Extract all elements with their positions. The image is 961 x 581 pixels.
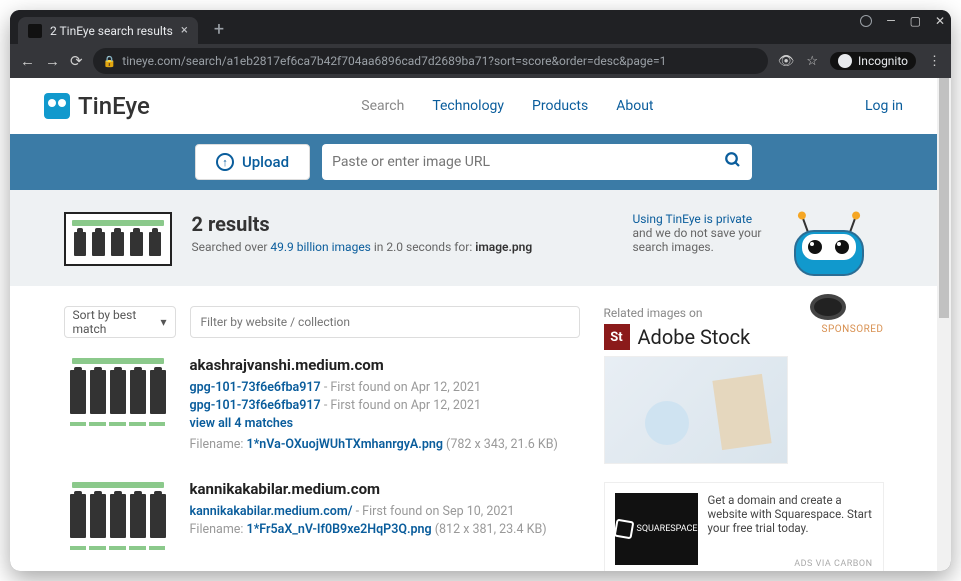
tineye-logo-icon	[44, 93, 70, 119]
top-nav: Search Technology Products About	[150, 98, 865, 114]
adobe-stock-icon: St	[604, 324, 630, 350]
bookmark-icon[interactable]: ☆	[806, 54, 818, 69]
scrollbar-thumb[interactable]	[939, 78, 949, 318]
result-item: akashrajvanshi.medium.com gpg-101-73f6e6…	[64, 356, 580, 452]
window-minimize-button[interactable]: —	[886, 14, 895, 28]
result-thumbnail[interactable]	[64, 356, 172, 426]
sort-dropdown[interactable]: Sort by best match ▾	[64, 306, 176, 338]
squarespace-logo: SQUARESPACE	[615, 493, 698, 565]
carbon-ad-text: Get a domain and create a website with S…	[708, 493, 873, 565]
upload-icon: ↑	[216, 153, 234, 171]
chevron-down-icon: ▾	[160, 315, 166, 329]
back-button[interactable]: ←	[20, 52, 35, 70]
results-subtext: Searched over 49.9 billion images in 2.0…	[192, 240, 533, 254]
nav-products[interactable]: Products	[532, 98, 588, 114]
upload-button[interactable]: ↑ Upload	[195, 144, 310, 180]
incognito-badge: Incognito	[830, 52, 916, 70]
login-link[interactable]: Log in	[865, 98, 903, 114]
query-thumbnail[interactable]	[64, 212, 172, 266]
view-all-link[interactable]: view all 4 matches	[190, 416, 558, 431]
url-search-box	[322, 144, 752, 180]
stock-image-thumb[interactable]	[604, 356, 788, 464]
page-viewport: TinEye Search Technology Products About …	[10, 78, 937, 571]
reload-button[interactable]: ⟳	[70, 52, 83, 70]
scrollbar[interactable]	[937, 78, 951, 571]
record-indicator-icon	[860, 15, 872, 27]
result-link[interactable]: kannikakabilar.medium.com/	[190, 504, 353, 519]
address-bar[interactable]: 🔒 tineye.com/search/a1eb2817ef6ca7b42f70…	[93, 48, 768, 74]
result-thumbnail[interactable]	[64, 480, 172, 550]
filter-input[interactable]	[201, 315, 569, 329]
window-close-button[interactable]: ✕	[935, 14, 945, 28]
eye-off-icon[interactable]: 👁	[778, 54, 795, 69]
result-item: kannikakabilar.medium.com kannikakabilar…	[64, 480, 580, 550]
results-heading: 2 results	[192, 212, 533, 236]
nav-technology[interactable]: Technology	[432, 98, 504, 114]
lock-icon: 🔒	[103, 55, 117, 68]
tab-close-icon[interactable]: ×	[181, 23, 188, 38]
filename-link[interactable]: 1*Fr5aX_nV-If0B9xe2HqP3Q.png	[247, 522, 432, 537]
brand-logo-link[interactable]: TinEye	[44, 92, 150, 120]
filename-link[interactable]: 1*nVa-OXuojWUhTXmhanrgyA.png	[247, 437, 443, 452]
carbon-ad[interactable]: SQUARESPACE Get a domain and create a we…	[604, 482, 884, 571]
result-domain: kannikakabilar.medium.com	[190, 480, 547, 498]
result-link[interactable]: gpg-101-73f6e6fba917	[190, 398, 321, 413]
incognito-label: Incognito	[858, 54, 908, 68]
brand-name: TinEye	[78, 92, 150, 120]
result-filename: Filename: 1*Fr5aX_nV-If0B9xe2HqP3Q.png (…	[190, 522, 547, 537]
upload-label: Upload	[242, 153, 289, 171]
result-domain: akashrajvanshi.medium.com	[190, 356, 558, 374]
window-maximize-button[interactable]: ▢	[910, 14, 921, 28]
adobe-stock-label: Adobe Stock	[638, 325, 751, 349]
url-text: tineye.com/search/a1eb2817ef6ca7b42f704a…	[122, 54, 666, 68]
tab-favicon	[28, 24, 42, 38]
search-banner: ↑ Upload	[10, 134, 937, 190]
index-size-link[interactable]: 49.9 billion images	[270, 240, 371, 254]
privacy-link[interactable]: Using TinEye is private	[632, 212, 761, 226]
search-icon[interactable]	[724, 151, 742, 173]
incognito-icon	[838, 54, 852, 68]
tab-strip: 2 TinEye search results × + — ▢ ✕	[10, 10, 951, 44]
nav-about[interactable]: About	[616, 98, 653, 114]
ads-via-label: ADS VIA CARBON	[794, 559, 872, 569]
sort-label: Sort by best match	[73, 308, 161, 336]
kebab-menu-icon[interactable]: ⋮	[928, 54, 941, 69]
browser-tab[interactable]: 2 TinEye search results ×	[18, 17, 198, 44]
new-tab-button[interactable]: +	[206, 15, 232, 44]
browser-toolbar: ← → ⟳ 🔒 tineye.com/search/a1eb2817ef6ca7…	[10, 44, 951, 78]
privacy-note: Using TinEye is private and we do not sa…	[632, 212, 761, 254]
forward-button[interactable]: →	[45, 52, 60, 70]
adobe-stock-link[interactable]: St Adobe Stock	[604, 324, 751, 350]
result-link[interactable]: gpg-101-73f6e6fba917	[190, 380, 321, 395]
sponsored-label: SPONSORED	[822, 324, 884, 335]
result-filename: Filename: 1*nVa-OXuojWUhTXmhanrgyA.png (…	[190, 437, 558, 452]
filter-box	[190, 306, 580, 338]
nav-search[interactable]: Search	[361, 98, 404, 114]
url-input[interactable]	[332, 154, 724, 170]
robot-illustration	[774, 212, 884, 322]
tab-title: 2 TinEye search results	[50, 24, 173, 38]
